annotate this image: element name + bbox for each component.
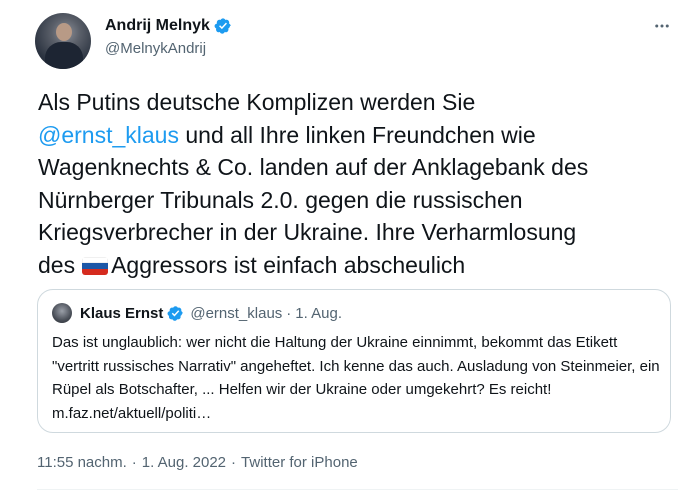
more-options-icon: [655, 24, 669, 28]
more-options-button[interactable]: [652, 14, 672, 38]
quoted-author-name[interactable]: Klaus Ernst: [80, 305, 163, 322]
tweet-metadata: 11:55 nachm. · 1. Aug. 2022 · Twitter for iP…: [37, 454, 358, 471]
quoted-tweet-header: Klaus Ernst @ernst_klaus · 1. Aug.: [80, 302, 342, 324]
tweet-text-part-3: Aggressors ist einfach abscheulich: [111, 251, 466, 278]
tweet-time[interactable]: 11:55 nachm.: [37, 454, 127, 471]
tweet-text-part-1: Als Putins deutsche Komplizen werden Sie: [38, 89, 476, 115]
quoted-separator: ·: [286, 304, 292, 322]
author-avatar[interactable]: [35, 13, 91, 69]
verified-badge-icon: [167, 305, 184, 321]
quoted-tweet-text: Das ist unglaublich: wer nicht die Haltu…: [52, 334, 660, 422]
russia-flag-icon: [82, 256, 109, 275]
tweet-date[interactable]: 1. Aug. 2022: [142, 454, 226, 471]
meta-separator: ·: [231, 454, 237, 471]
divider: [37, 489, 678, 490]
quoted-author-handle[interactable]: @ernst_klaus: [190, 305, 282, 322]
quoted-tweet[interactable]: Klaus Ernst @ernst_klaus · 1. Aug. Das i…: [37, 289, 671, 433]
verified-badge-icon: [214, 18, 231, 34]
author-name-row: Andrij Melnyk: [105, 15, 232, 37]
quoted-author-avatar[interactable]: [52, 303, 72, 323]
mention-link[interactable]: @ernst_klaus: [38, 122, 179, 148]
quoted-date[interactable]: 1. Aug.: [295, 305, 342, 322]
flag-stripe-red: [82, 268, 109, 275]
tweet-source[interactable]: Twitter for iPhone: [241, 454, 358, 471]
author-handle[interactable]: @MelnykAndrij: [105, 40, 206, 57]
avatar-body: [45, 42, 83, 69]
avatar-head: [56, 23, 72, 41]
tweet-text: Als Putins deutsche Komplizen werden Sie…: [38, 86, 678, 281]
meta-separator: ·: [131, 454, 137, 471]
author-display-name[interactable]: Andrij Melnyk: [105, 17, 210, 35]
